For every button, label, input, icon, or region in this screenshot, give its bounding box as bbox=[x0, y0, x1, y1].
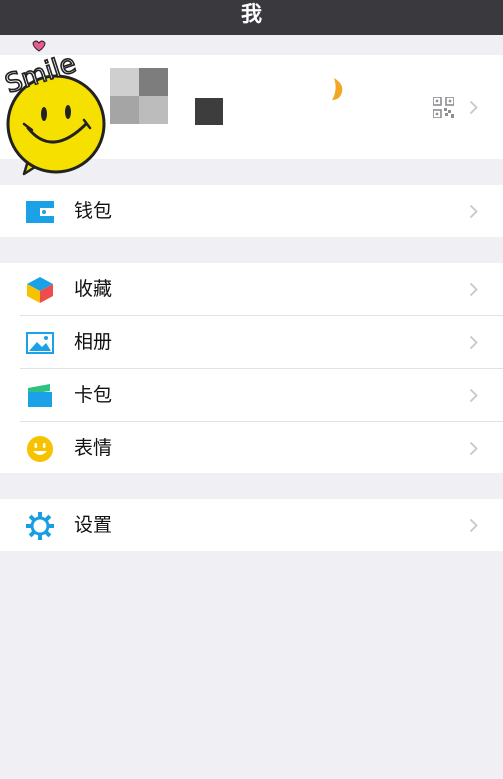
menu-item-card-package[interactable]: 卡包 bbox=[0, 369, 503, 421]
nav-bar: 我 bbox=[0, 0, 503, 35]
photo-album-icon bbox=[26, 332, 54, 354]
menu-item-label: 表情 bbox=[74, 437, 113, 459]
profile-chevron-right-icon bbox=[469, 100, 478, 115]
card-package-icon bbox=[28, 384, 52, 407]
wallet-icon bbox=[26, 201, 54, 223]
chevron-right-icon bbox=[469, 518, 478, 533]
menu-item-favorites[interactable]: 收藏 bbox=[0, 263, 503, 315]
chevron-right-icon bbox=[469, 204, 478, 219]
menu-item-label: 钱包 bbox=[74, 200, 113, 222]
menu-item-settings[interactable]: 设置 bbox=[0, 499, 503, 551]
chevron-right-icon bbox=[469, 441, 478, 456]
chevron-right-icon bbox=[469, 388, 478, 403]
decoration-icon bbox=[332, 78, 343, 100]
menu-item-wallet[interactable]: 钱包 bbox=[0, 185, 503, 237]
nickname-mosaic bbox=[110, 68, 168, 124]
menu-item-stickers[interactable]: 表情 bbox=[0, 422, 503, 474]
wallet-group: 钱包 bbox=[0, 185, 503, 237]
qr-code-icon[interactable] bbox=[433, 97, 454, 118]
menu-item-label: 卡包 bbox=[74, 384, 113, 406]
menu-item-label: 相册 bbox=[74, 331, 113, 353]
smiley-icon bbox=[27, 436, 53, 462]
features-group: 收藏 相册 卡包 表情 bbox=[0, 263, 503, 473]
chevron-right-icon bbox=[469, 335, 478, 350]
chevron-right-icon bbox=[469, 282, 478, 297]
menu-item-album[interactable]: 相册 bbox=[0, 316, 503, 368]
page-title: 我 bbox=[241, 2, 262, 26]
settings-group: 设置 bbox=[0, 499, 503, 551]
avatar[interactable]: Smile bbox=[0, 36, 110, 176]
menu-item-label: 设置 bbox=[74, 514, 113, 536]
menu-item-label: 收藏 bbox=[74, 278, 113, 300]
favorites-cube-icon bbox=[27, 277, 53, 303]
nickname-mosaic-block bbox=[195, 98, 223, 125]
gear-icon bbox=[26, 512, 54, 540]
